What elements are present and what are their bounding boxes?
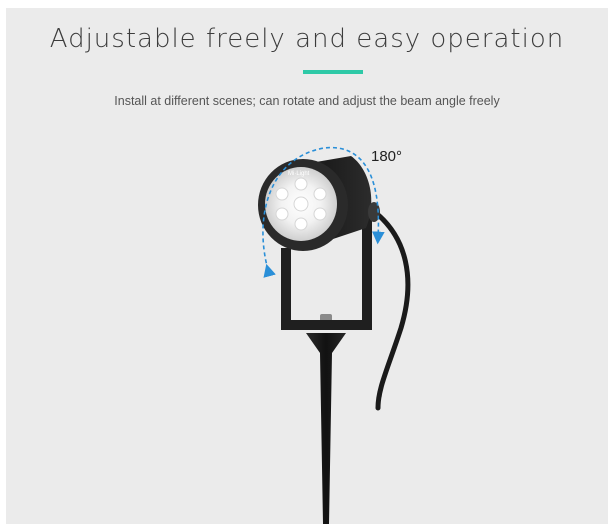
spotlight-illustration: Mi·Light bbox=[258, 146, 411, 524]
brand-mark: Mi·Light bbox=[288, 171, 310, 177]
power-cable bbox=[373, 210, 411, 411]
rotation-angle-label: 180° bbox=[371, 148, 403, 165]
ground-stake bbox=[306, 333, 346, 524]
page: Adjustable freely and easy operation Ins… bbox=[0, 0, 608, 524]
product-feature-panel: Adjustable freely and easy operation Ins… bbox=[6, 8, 608, 524]
